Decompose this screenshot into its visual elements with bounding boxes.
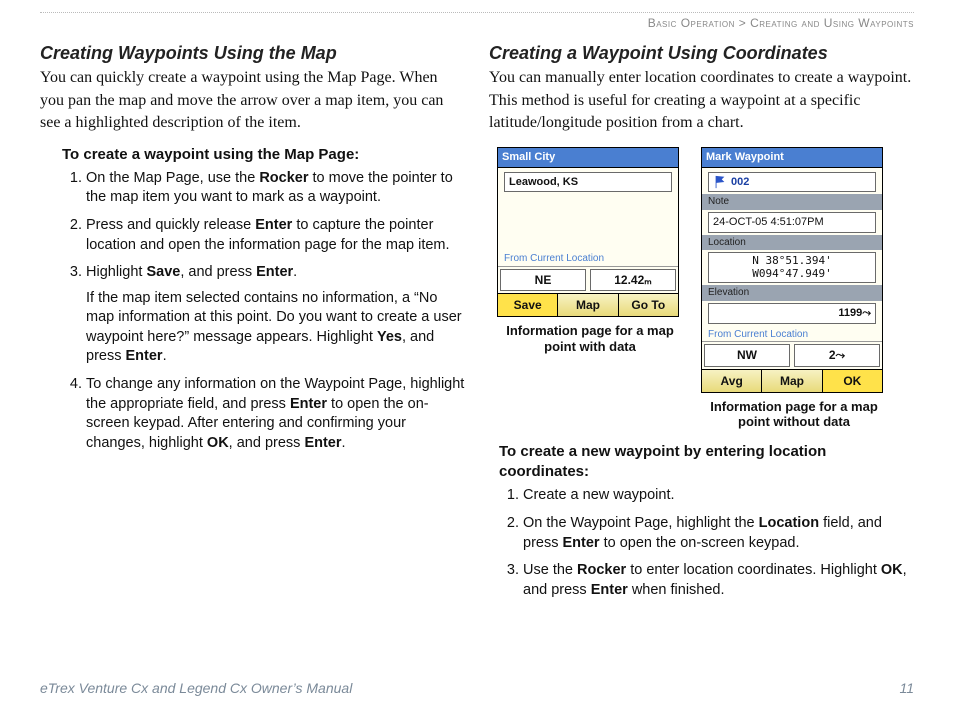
device-2-buttons: Avg Map OK — [702, 369, 882, 392]
left-proc-title: To create a waypoint using the Map Page: — [62, 145, 465, 165]
device-2-note: 24-OCT-05 4:51:07PM — [708, 212, 876, 233]
page: Basic Operation > Creating and Using Way… — [0, 0, 954, 716]
flag-icon — [713, 175, 727, 189]
device-1-caption: Information page for a map point with da… — [497, 323, 683, 354]
device-2-id: 002 — [731, 175, 749, 190]
right-steps: Create a new waypoint. On the Waypoint P… — [505, 486, 914, 600]
left-procedure: To create a waypoint using the Map Page:… — [62, 145, 465, 454]
footer-page: 11 — [899, 679, 914, 698]
left-step-1: On the Map Page, use the Rocker to move … — [86, 169, 465, 208]
left-step-2: Press and quickly release Enter to captu… — [86, 216, 465, 255]
left-steps: On the Map Page, use the Rocker to move … — [68, 169, 465, 453]
device-2-map-button[interactable]: Map — [762, 370, 822, 392]
right-proc-title: To create a new waypoint by entering loc… — [499, 442, 914, 483]
right-procedure: To create a new waypoint by entering loc… — [499, 442, 914, 600]
right-column: Creating a Waypoint Using Coordinates Yo… — [489, 37, 914, 608]
device-1-goto-button[interactable]: Go To — [619, 294, 678, 316]
breadcrumb: Basic Operation > Creating and Using Way… — [40, 15, 914, 31]
device-2: Mark Waypoint 002 Note 24-OCT-05 4:51:07… — [701, 147, 887, 430]
breadcrumb-sep: > — [739, 16, 747, 30]
right-step-1: Create a new waypoint. — [523, 486, 914, 506]
device-2-lon: W094°47.949' — [713, 268, 871, 281]
device-1-buttons: Save Map Go To — [498, 293, 678, 316]
right-step-3: Use the Rocker to enter location coordin… — [523, 561, 914, 600]
device-2-note-label: Note — [702, 194, 882, 210]
device-2-lat: N 38°51.394' — [713, 255, 871, 268]
header-rule — [40, 12, 914, 13]
right-intro: You can manually enter location coordina… — [489, 67, 914, 134]
device-1: Small City Leawood, KS From Current Loca… — [497, 147, 683, 430]
left-step-4: To change any information on the Waypoin… — [86, 375, 465, 453]
device-2-elev-label: Elevation — [702, 285, 882, 301]
device-2-avg-button[interactable]: Avg — [702, 370, 762, 392]
device-2-from-label: From Current Location — [702, 326, 882, 342]
left-column: Creating Waypoints Using the Map You can… — [40, 37, 465, 608]
device-1-direction: NE — [500, 269, 586, 291]
left-step-3: Highlight Save, and press Enter. If the … — [86, 263, 465, 367]
breadcrumb-section: Basic Operation — [648, 16, 735, 30]
device-2-direction: NW — [704, 344, 790, 366]
device-1-title: Small City — [498, 148, 678, 168]
device-2-title: Mark Waypoint — [702, 148, 882, 168]
left-title: Creating Waypoints Using the Map — [40, 41, 465, 65]
device-1-save-button[interactable]: Save — [498, 294, 558, 316]
device-2-loc-label: Location — [702, 235, 882, 251]
device-1-from-label: From Current Location — [498, 252, 678, 266]
footer-manual: eTrex Venture Cx and Legend Cx Owner’s M… — [40, 679, 352, 698]
device-screens: Small City Leawood, KS From Current Loca… — [497, 147, 914, 430]
device-2-caption: Information page for a map point without… — [701, 399, 887, 430]
device-2-ok-button[interactable]: OK — [823, 370, 882, 392]
left-step-3-sub: If the map item selected contains no inf… — [86, 289, 465, 367]
right-title: Creating a Waypoint Using Coordinates — [489, 41, 914, 65]
device-1-map-button[interactable]: Map — [558, 294, 618, 316]
device-1-screen: Small City Leawood, KS From Current Loca… — [497, 147, 679, 318]
device-1-distance: 12.42ₘ — [590, 269, 676, 291]
device-2-elev: 1199⤳ — [708, 303, 876, 324]
device-2-location: N 38°51.394' W094°47.949' — [708, 252, 876, 283]
device-2-distance: 2⤳ — [794, 344, 880, 366]
device-1-name: Leawood, KS — [504, 172, 672, 193]
device-2-screen: Mark Waypoint 002 Note 24-OCT-05 4:51:07… — [701, 147, 883, 393]
footer: eTrex Venture Cx and Legend Cx Owner’s M… — [40, 679, 914, 698]
breadcrumb-page: Creating and Using Waypoints — [750, 16, 914, 30]
left-intro: You can quickly create a waypoint using … — [40, 67, 465, 134]
right-step-2: On the Waypoint Page, highlight the Loca… — [523, 514, 914, 553]
device-2-id-field: 002 — [708, 172, 876, 193]
